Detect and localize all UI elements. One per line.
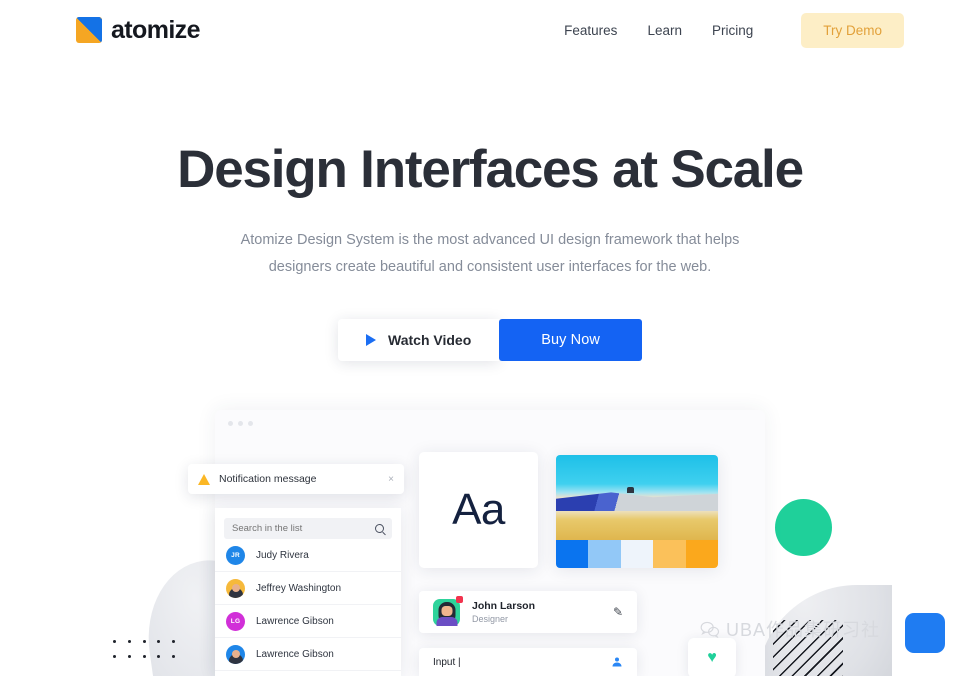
watermark-text: UBA作品集研习社 — [726, 620, 881, 640]
person-card: John Larson Designer ✎ — [419, 591, 637, 633]
search-icon — [375, 524, 384, 533]
avatar — [226, 578, 245, 598]
photo-swatch-card — [556, 455, 718, 568]
atomize-logo-icon — [76, 17, 102, 43]
watermark: UBA作品集研习社 — [700, 616, 970, 642]
buy-now-button[interactable]: Buy Now — [499, 318, 642, 361]
nav-item-pricing[interactable]: Pricing — [712, 23, 753, 38]
list-item[interactable]: LG Lawrence Gibson — [215, 605, 401, 638]
hero-section: Design Interfaces at Scale Atomize Desig… — [0, 140, 980, 361]
swatch — [588, 540, 621, 568]
brand-name: atomize — [111, 15, 200, 44]
watch-video-button[interactable]: Watch Video — [338, 318, 500, 361]
dot-grid-pattern — [113, 640, 179, 662]
nav-item-features[interactable]: Features — [564, 23, 617, 38]
typography-card: Aa — [419, 452, 538, 568]
person-name: John Larson — [472, 600, 536, 612]
list-item[interactable]: JR Judy Rivera — [215, 539, 401, 572]
try-demo-button[interactable]: Try Demo — [801, 12, 904, 48]
search-field[interactable] — [224, 518, 392, 539]
list-item-label: Jeffrey Washington — [256, 582, 342, 594]
brand-logo[interactable]: atomize — [76, 16, 200, 45]
favorite-card[interactable]: ♥ — [688, 638, 736, 676]
search-input[interactable] — [232, 523, 369, 534]
desert-photo — [556, 455, 718, 540]
wechat-icon — [700, 621, 720, 638]
color-swatch-row — [556, 540, 718, 568]
list-item[interactable]: Lawrence Gibson — [215, 638, 401, 671]
avatar — [226, 644, 245, 664]
person-info: John Larson Designer — [472, 600, 601, 624]
heart-icon: ♥ — [707, 649, 717, 666]
user-icon — [612, 657, 622, 667]
input-card[interactable] — [419, 648, 637, 676]
window-titlebar — [215, 410, 765, 436]
user-list-panel: JR Judy Rivera Jeffrey Washington LG Law… — [215, 508, 401, 676]
page-title: Design Interfaces at Scale — [177, 140, 804, 199]
swatch — [653, 540, 686, 568]
landing-page: atomize Features Learn Pricing Try Demo … — [0, 0, 980, 676]
avatar: LG — [226, 611, 245, 631]
notification-toast: Notification message × — [188, 464, 404, 494]
hero-subtitle: Atomize Design System is the most advanc… — [240, 232, 740, 276]
swatch — [620, 540, 654, 568]
close-icon[interactable]: × — [388, 474, 394, 485]
swatch — [685, 540, 718, 568]
list-item[interactable]: Jeffrey Washington — [215, 572, 401, 605]
avatar: JR — [226, 545, 245, 565]
edit-pencil-icon[interactable]: ✎ — [613, 605, 623, 619]
list-item-label: Lawrence Gibson — [256, 648, 334, 660]
warning-icon — [198, 473, 210, 485]
person-role: Designer — [472, 614, 509, 624]
notification-text: Notification message — [219, 473, 317, 485]
nav-item-learn[interactable]: Learn — [647, 23, 682, 38]
text-input[interactable] — [433, 656, 611, 668]
hero-actions: Watch Video Buy Now — [0, 318, 980, 361]
site-header: atomize Features Learn Pricing Try Demo — [0, 0, 980, 60]
main-nav: Features Learn Pricing Try Demo — [564, 12, 904, 48]
list-item-label: Lawrence Gibson — [256, 615, 334, 627]
play-icon — [366, 333, 377, 346]
green-circle-shape — [775, 499, 832, 556]
watch-video-label: Watch Video — [388, 331, 472, 348]
swatch — [556, 540, 589, 568]
avatar — [433, 595, 463, 626]
status-badge — [456, 595, 463, 603]
list-item-label: Judy Rivera — [256, 549, 309, 561]
